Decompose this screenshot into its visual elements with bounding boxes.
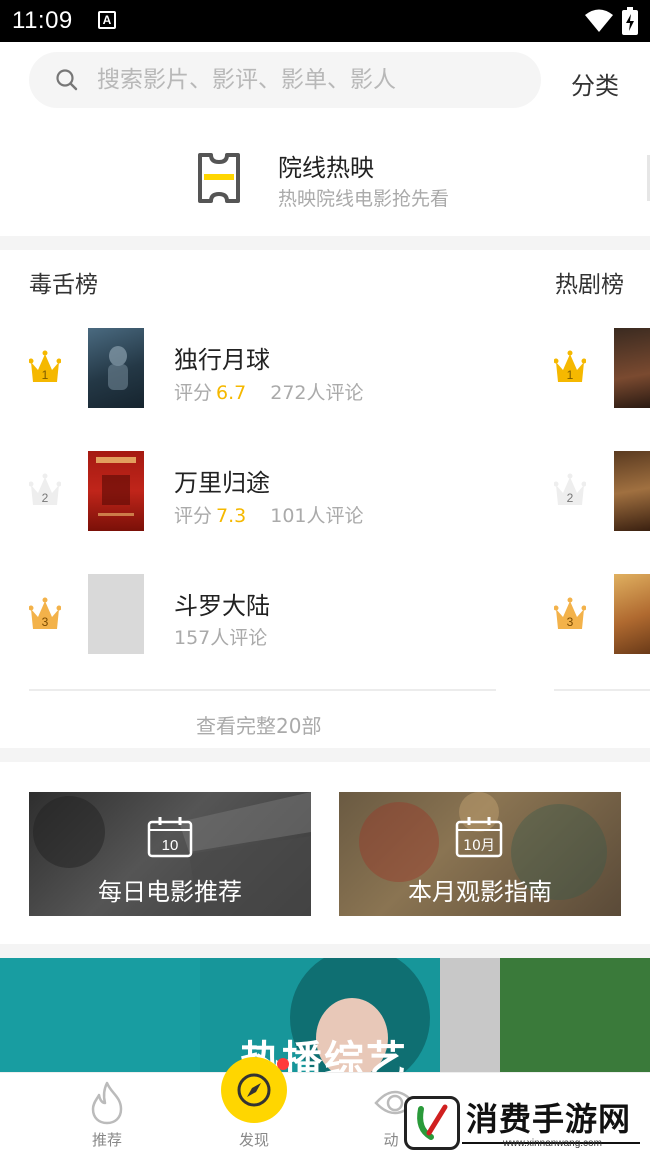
section-gap <box>0 748 650 762</box>
status-time: 11:09 <box>12 7 73 34</box>
score-label: 评分 <box>174 382 213 404</box>
nav-label: 推荐 <box>91 1131 122 1149</box>
silver-crown-icon: 2 <box>554 473 586 505</box>
silver-crown-icon: 2 <box>29 473 61 505</box>
poster-image[interactable] <box>88 328 144 408</box>
search-box[interactable] <box>29 52 541 108</box>
calendar-icon: 10 <box>147 817 193 858</box>
score-value: 6.7 <box>216 382 247 404</box>
search-input[interactable] <box>97 52 517 108</box>
calendar-text: 10 <box>162 837 179 854</box>
poster-placeholder[interactable] <box>88 574 144 654</box>
crown-rank-number: 1 <box>567 368 574 382</box>
movie-title[interactable]: 万里归途 <box>174 463 270 498</box>
crown-rank-number: 1 <box>42 368 49 382</box>
watermark-url: www.xinnanwang.com <box>503 1138 602 1149</box>
flame-icon <box>91 1081 123 1125</box>
gold-crown-icon: 1 <box>554 350 586 382</box>
calendar-text: 10月 <box>463 838 495 854</box>
battery-icon <box>622 7 638 35</box>
watermark-logo-icon <box>404 1096 460 1150</box>
status-bar: 11:09 A <box>0 0 650 42</box>
search-icon <box>56 69 78 91</box>
review-count: 157人评论 <box>174 627 268 649</box>
bronze-crown-icon: 3 <box>554 597 586 629</box>
movie-meta: 评分 7.3 101人评论 <box>174 501 364 528</box>
feature-label: 每日电影推荐 <box>98 878 242 906</box>
cinema-subtitle: 热映院线电影抢先看 <box>278 188 450 210</box>
nav-recommend[interactable]: 推荐 <box>57 1073 157 1155</box>
movie-title[interactable]: 斗罗大陆 <box>174 586 270 621</box>
crown-rank-number: 3 <box>567 615 574 629</box>
review-count: 101人评论 <box>270 505 364 527</box>
ticket-icon <box>198 153 240 203</box>
variety-banner[interactable]: 热播综艺 <box>0 958 650 1072</box>
ranking-title-right[interactable]: 热剧榜 <box>555 265 624 299</box>
review-count: 272人评论 <box>270 382 364 404</box>
poster-graphic <box>96 457 136 516</box>
bronze-crown-icon: 3 <box>29 597 61 629</box>
monthly-guide-card[interactable]: 10月 本月观影指南 <box>339 792 621 916</box>
discover-button[interactable] <box>221 1057 287 1123</box>
wifi-icon <box>585 9 613 32</box>
ranking-title-left[interactable]: 毒舌榜 <box>29 265 98 299</box>
poster-image[interactable] <box>614 451 650 531</box>
crown-rank-number: 2 <box>42 491 49 505</box>
daily-recommendation-card[interactable]: 10 每日电影推荐 <box>29 792 311 916</box>
crown-rank-number: 2 <box>567 491 574 505</box>
crown-rank-number: 3 <box>42 615 49 629</box>
score-label: 评分 <box>174 505 213 527</box>
section-gap <box>0 944 650 958</box>
cinema-entry[interactable]: 院线热映 热映院线电影抢先看 <box>196 148 496 212</box>
section-gap <box>0 236 650 250</box>
feature-label: 本月观影指南 <box>408 878 552 906</box>
gold-crown-icon: 1 <box>29 350 61 382</box>
category-link[interactable]: 分类 <box>571 66 619 101</box>
compass-icon <box>237 1073 271 1107</box>
score-value: 7.3 <box>216 505 247 527</box>
poster-image[interactable] <box>614 328 650 408</box>
watermark-text: 消费手游网 <box>466 1100 632 1138</box>
nav-label: 发现 <box>238 1131 269 1149</box>
poster-image[interactable] <box>614 574 650 654</box>
calendar-icon: 10月 <box>455 817 503 858</box>
divider <box>29 689 496 691</box>
notification-icon: A <box>98 11 116 29</box>
view-all-link[interactable]: 查看完整20部 <box>196 710 321 739</box>
poster-image[interactable] <box>88 451 144 531</box>
astronaut-figure <box>108 346 128 390</box>
divider <box>554 689 650 691</box>
cinema-title: 院线热映 <box>278 154 374 182</box>
movie-meta: 157人评论 <box>174 623 267 650</box>
movie-title[interactable]: 独行月球 <box>174 340 270 375</box>
movie-meta: 评分 6.7 272人评论 <box>174 378 364 405</box>
